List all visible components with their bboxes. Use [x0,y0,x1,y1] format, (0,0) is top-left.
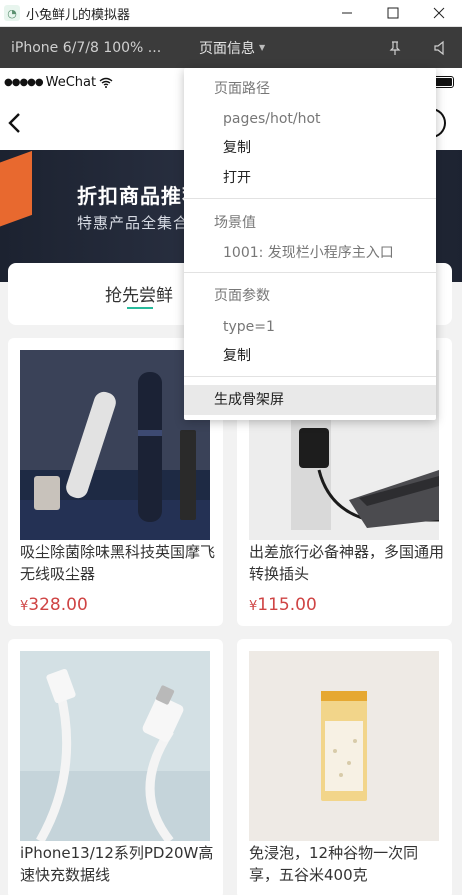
app-logo-icon: ◔ [4,5,20,21]
wifi-icon [99,77,113,88]
back-arrow-icon[interactable] [6,111,24,135]
maximize-icon[interactable] [370,0,416,26]
page-params-value: type=1 [223,319,275,335]
open-path-button[interactable]: 打开 [184,163,436,193]
price-value: 115.00 [257,595,317,615]
window-controls [324,0,462,26]
page-info-dropdown: 页面路径 pages/hot/hot 复制 打开 场景值 1001: 发现栏小程… [184,68,436,420]
page-info-button[interactable]: 页面信息 ▼ [199,27,265,68]
page-info-label: 页面信息 [199,40,255,57]
signal-icon: ●●●●● [4,76,44,88]
page-params-label: 页面参数 [214,288,270,304]
device-selector[interactable]: iPhone 6/7/8 100% ... [11,40,161,56]
product-card[interactable]: iPhone13/12系列PD20W高速快充数据线 [8,639,223,895]
tab-first-taste[interactable]: 抢先尝鲜 [105,281,173,306]
pin-icon[interactable] [387,40,403,56]
product-image-cable [20,651,210,841]
window-title: 小兔鲜儿的模拟器 [26,7,131,23]
speaker-icon[interactable] [433,40,449,56]
simulator-toolbar: iPhone 6/7/8 100% ... 页面信息 ▼ [0,27,462,68]
scene-value: 1001: 发现栏小程序主入口 [223,245,394,261]
tab-active-indicator [127,307,153,309]
carrier-label: WeChat [45,74,97,90]
product-card[interactable]: 免浸泡，12种谷物一次同享，五谷米400克 [237,639,452,895]
product-name: 免浸泡，12种谷物一次同享，五谷米400克 [249,844,419,884]
divider [184,376,436,377]
page-path-label: 页面路径 [214,81,270,97]
product-image-vacuum [20,350,210,540]
scene-label: 场景值 [214,215,256,231]
product-image-grain [249,651,439,841]
divider [184,198,436,199]
copy-params-button[interactable]: 复制 [184,341,436,371]
price-value: 328.00 [28,595,88,615]
product-price: ¥115.00 [249,595,317,615]
generate-skeleton-button[interactable]: 生成骨架屏 [184,385,436,415]
product-name: iPhone13/12系列PD20W高速快充数据线 [20,844,214,884]
copy-path-button[interactable]: 复制 [184,133,436,163]
minimize-icon[interactable] [324,0,370,26]
chevron-down-icon: ▼ [259,43,266,52]
banner-subtitle: 特惠产品全集合 [77,214,190,232]
divider [184,272,436,273]
banner-decoration [0,150,32,234]
window-titlebar: ◔ 小兔鲜儿的模拟器 [0,0,462,27]
product-name: 出差旅行必备神器，多国通用转换插头 [249,543,445,583]
product-price: ¥328.00 [20,595,88,615]
page-path-value: pages/hot/hot [223,111,321,127]
close-icon[interactable] [416,0,462,26]
product-name: 吸尘除菌除味黑科技英国摩飞无线吸尘器 [20,543,216,583]
